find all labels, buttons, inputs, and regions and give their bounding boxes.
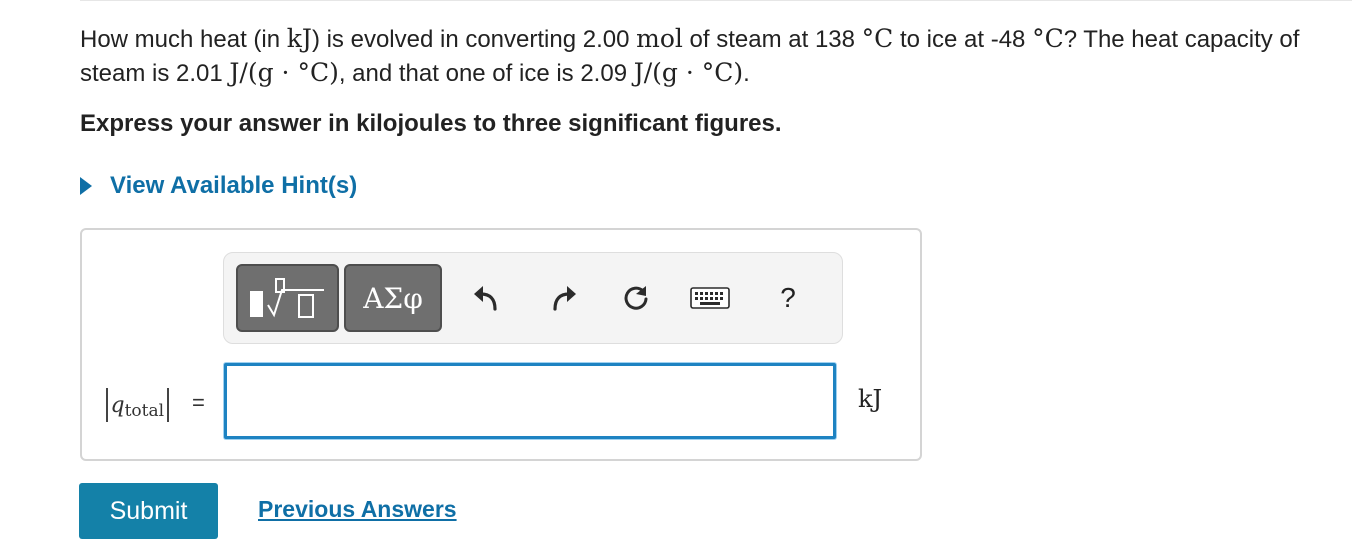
abs-bar-left: [106, 388, 108, 422]
question-text-part: of steam at 138: [682, 26, 862, 53]
question-text-part: to ice at -48: [893, 26, 1033, 53]
variable-subscript: total: [124, 401, 165, 421]
question-text-part: .: [743, 60, 750, 87]
equals-sign: =: [192, 390, 205, 415]
templates-button[interactable]: [236, 264, 339, 332]
unit-celsius: °C: [1032, 24, 1064, 53]
previous-answers-link[interactable]: Previous Answers: [258, 496, 457, 523]
view-hints-toggle[interactable]: View Available Hint(s): [80, 172, 357, 200]
question-text-part: , and that one of ice is 2.09: [338, 60, 634, 87]
undo-icon: [474, 286, 497, 311]
unit-celsius: °C: [861, 24, 894, 53]
view-hints-label: View Available Hint(s): [110, 172, 358, 199]
redo-icon: [553, 286, 576, 311]
reset-icon: [624, 286, 648, 310]
variable-symbol: q: [110, 392, 125, 418]
unit-mol: mol: [636, 24, 683, 53]
answer-variable-label: q total: [103, 388, 172, 422]
help-button[interactable]: ?: [766, 273, 810, 323]
unit-heat-capacity: J/(g · °C): [229, 58, 339, 87]
answer-panel: ΑΣφ ? q total = kJ: [80, 228, 922, 461]
unit-kj: kJ: [286, 24, 312, 53]
undo-button[interactable]: [464, 273, 508, 323]
question-text-part: How much heat (in: [80, 26, 287, 53]
question-text: How much heat (in kJ) is evolved in conv…: [80, 22, 1310, 90]
keyboard-button[interactable]: [686, 273, 734, 323]
unit-heat-capacity: J/(g · °C): [633, 58, 744, 87]
symbols-button[interactable]: ΑΣφ: [344, 264, 442, 332]
redo-button[interactable]: [542, 273, 586, 323]
answer-unit: kJ: [858, 385, 883, 413]
answer-instruction: Express your answer in kilojoules to thr…: [80, 110, 782, 137]
answer-input[interactable]: [224, 363, 836, 439]
templates-icon: [249, 278, 324, 318]
submit-button[interactable]: Submit: [79, 483, 218, 539]
top-divider: [80, 0, 1352, 1]
keyboard-icon: [690, 287, 730, 309]
reset-button[interactable]: [614, 273, 658, 323]
abs-bar-right: [167, 388, 169, 422]
question-text-part: ) is evolved in converting 2.00: [311, 26, 637, 53]
caret-right-icon: [80, 177, 92, 195]
math-toolbar: ΑΣφ ?: [223, 252, 843, 344]
